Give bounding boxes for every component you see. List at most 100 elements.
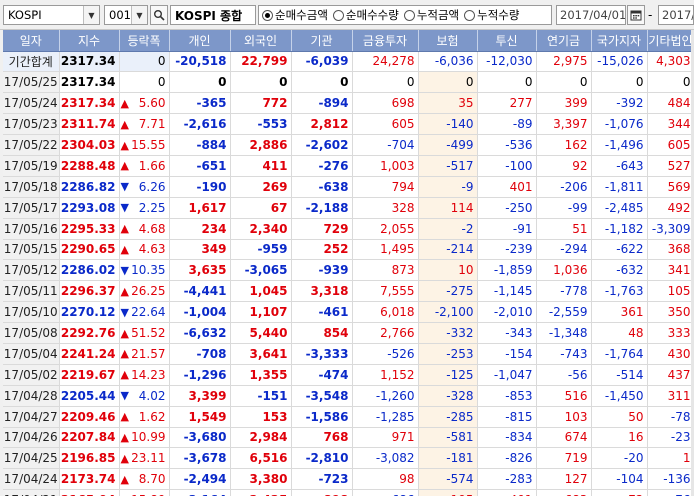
table-row[interactable]: 17/05/23 2311.74 ▲ 7.71 -2,616 -553 2,812 605 -1…: [3, 113, 694, 136]
change-value: 10.35: [131, 263, 166, 278]
index-cell: 2241.24: [59, 343, 120, 365]
radio-option[interactable]: 순매수금액: [262, 7, 328, 23]
table-row[interactable]: 17/05/04 2241.24 ▲ 21.57 -708 3,641 -3,333 -526…: [3, 343, 694, 365]
inst-cell: 729: [291, 218, 353, 240]
personal-cell: -365: [169, 92, 231, 115]
pension-cell: -206: [536, 176, 592, 198]
change-value: 1.62: [138, 409, 166, 424]
date-cell: 17/05/02: [3, 364, 60, 386]
pension-cell: 0: [536, 71, 592, 94]
change-value: 5.60: [138, 96, 166, 111]
column-header[interactable]: 일자: [3, 30, 60, 52]
column-header[interactable]: 외국인: [230, 30, 292, 52]
up-triangle-icon: ▲: [120, 347, 129, 361]
personal-cell: 3,399: [169, 385, 231, 407]
start-date-input[interactable]: 2017/04/01: [556, 5, 626, 25]
table-row[interactable]: 17/04/27 2209.46 ▲ 1.62 1,549 153 -1,586 -1,285…: [3, 406, 694, 428]
index-cell: 2270.12: [59, 301, 120, 324]
inst-cell: -2,188: [291, 197, 353, 219]
table-row[interactable]: 17/05/16 2295.33 ▲ 4.68 234 2,340 729 2,055 -2 -9…: [3, 218, 694, 240]
trust-cell: -1,859: [477, 259, 537, 282]
pension-cell: -56: [536, 364, 592, 386]
radio-unselected-icon[interactable]: [464, 9, 476, 21]
column-header[interactable]: 보험: [418, 30, 478, 52]
index-cell: 2165.04: [59, 489, 120, 496]
inst-cell: -276: [291, 155, 353, 177]
trust-cell: -154: [477, 343, 537, 365]
trust-cell: -12,030: [477, 51, 537, 73]
table-row[interactable]: 17/05/17 2293.08 ▼ 2.25 1,617 67 -2,188 328 114-…: [3, 197, 694, 219]
table-row[interactable]: 17/05/11 2296.37 ▲ 26.25 -4,441 1,045 3,318 7,5…: [3, 280, 694, 303]
change-value: 0: [157, 75, 166, 90]
end-date-input[interactable]: 2017/: [658, 5, 694, 25]
inst-cell: 2,812: [291, 113, 353, 136]
radio-option[interactable]: 누적수량: [464, 7, 519, 23]
table-row[interactable]: 17/04/25 2196.85 ▲ 23.11 -3,678 6,516 -2,810 -3…: [3, 447, 694, 470]
period-total-row[interactable]: 기간합계 2317.34 0 -20,518 22,799 -6,039 24,278 -6,…: [3, 51, 694, 73]
personal-cell: 1,549: [169, 406, 231, 428]
table-row[interactable]: 17/04/212165.04▲15.89-3,1642,425898-6861…: [3, 489, 694, 496]
table-row[interactable]: 17/05/22 2304.03 ▲ 15.55 -884 2,886 -2,602 -704…: [3, 134, 694, 156]
table-row[interactable]: 17/05/12 2286.02 ▼ 10.35 3,635 -3,065 -939 873 1…: [3, 259, 694, 282]
table-row[interactable]: 17/05/15 2290.65 ▲ 4.63 349 -959 252 1,495 -214-…: [3, 239, 694, 261]
column-header[interactable]: 개인: [169, 30, 231, 52]
code-select-value: 001: [109, 8, 131, 22]
view-mode-radio-group: 순매수금액 순매수수량 누적금액 누적수량: [258, 5, 552, 25]
column-header[interactable]: 기관: [291, 30, 353, 52]
table-row[interactable]: 17/05/02 2219.67 ▲ 14.23 -1,296 1,355 -474 1,15…: [3, 364, 694, 386]
column-header[interactable]: 등락폭: [119, 30, 170, 52]
personal-cell: -1,296: [169, 364, 231, 386]
pension-cell: -778: [536, 280, 592, 303]
index-cell: 2288.48: [59, 155, 120, 177]
date-cell: 17/04/24: [3, 468, 60, 491]
column-header[interactable]: 국가지자: [591, 30, 648, 52]
personal-cell: 0: [169, 71, 231, 94]
table-row[interactable]: 17/05/08 2292.76 ▲ 51.52 -6,632 5,440 854 2,766…: [3, 322, 694, 344]
code-select[interactable]: 001 ▼: [104, 5, 148, 25]
table-row[interactable]: 17/04/28 2205.44 ▼ 4.02 3,399 -151 -3,548 -1,26…: [3, 385, 694, 407]
table-row[interactable]: 17/05/24 2317.34 ▲ 5.60 -365 772 -894 698 35 277 3…: [3, 92, 694, 115]
table-row[interactable]: 17/05/19 2288.48 ▲ 1.66 -651 411 -276 1,003 -517…: [3, 155, 694, 177]
other-cell: 484: [647, 92, 694, 115]
column-header[interactable]: 금융투자: [352, 30, 419, 52]
inst-cell: -894: [291, 92, 353, 115]
column-header[interactable]: 투신: [477, 30, 537, 52]
fin-cell: 698: [352, 92, 419, 115]
other-cell: 605: [647, 134, 694, 156]
other-cell: -136: [647, 468, 694, 491]
column-header[interactable]: 연기금: [536, 30, 592, 52]
up-triangle-icon: ▲: [120, 326, 129, 340]
change-value: 23.11: [131, 451, 166, 466]
calendar-button[interactable]: [627, 5, 645, 25]
foreign-cell: 0: [230, 71, 292, 94]
column-header[interactable]: 기타법인: [647, 30, 694, 52]
search-button[interactable]: [150, 5, 168, 25]
gov-cell: -632: [591, 259, 648, 282]
personal-cell: -1,004: [169, 301, 231, 324]
chevron-down-icon[interactable]: ▼: [83, 6, 99, 24]
chevron-down-icon[interactable]: ▼: [131, 6, 147, 24]
radio-unselected-icon[interactable]: [403, 9, 415, 21]
inst-cell: -939: [291, 259, 353, 282]
gov-cell: -1,182: [591, 218, 648, 240]
up-triangle-icon: ▲: [120, 368, 129, 382]
ins-cell: -2,100: [418, 301, 478, 324]
foreign-cell: 67: [230, 197, 292, 219]
radio-option[interactable]: 순매수수량: [332, 7, 399, 23]
table-row[interactable]: 17/05/10 2270.12 ▼ 22.64 -1,004 1,107 -461 6,01…: [3, 301, 694, 324]
gov-cell: -643: [591, 155, 648, 177]
ins-cell: -2: [418, 218, 478, 240]
radio-unselected-icon[interactable]: [332, 9, 344, 21]
table-row[interactable]: 17/05/18 2286.82 ▼ 6.26 -190 269 -638 794 -9 401-…: [3, 176, 694, 198]
inst-cell: -3,333: [291, 343, 353, 365]
up-triangle-icon: ▲: [120, 138, 129, 152]
toolbar: KOSPI ▼ 001 ▼ KOSPI 종합 순매수금액 순매수수량 누적금액 누적수…: [0, 0, 694, 30]
radio-option[interactable]: 누적금액: [403, 7, 459, 23]
market-select[interactable]: KOSPI ▼: [3, 5, 100, 25]
table-row[interactable]: 17/04/24 2173.74 ▲ 8.70 -2,494 3,380 -723 98 -57…: [3, 468, 694, 491]
table-row[interactable]: 17/04/26 2207.84 ▲ 10.99 -3,680 2,984 768 971 -5…: [3, 427, 694, 449]
column-header[interactable]: 지수: [59, 30, 120, 52]
table-row[interactable]: 17/05/25 2317.34 0 0 0 0 0 0 0 0 0 0: [3, 71, 694, 94]
radio-selected-icon[interactable]: [262, 9, 273, 21]
trust-cell: -343: [477, 322, 537, 344]
